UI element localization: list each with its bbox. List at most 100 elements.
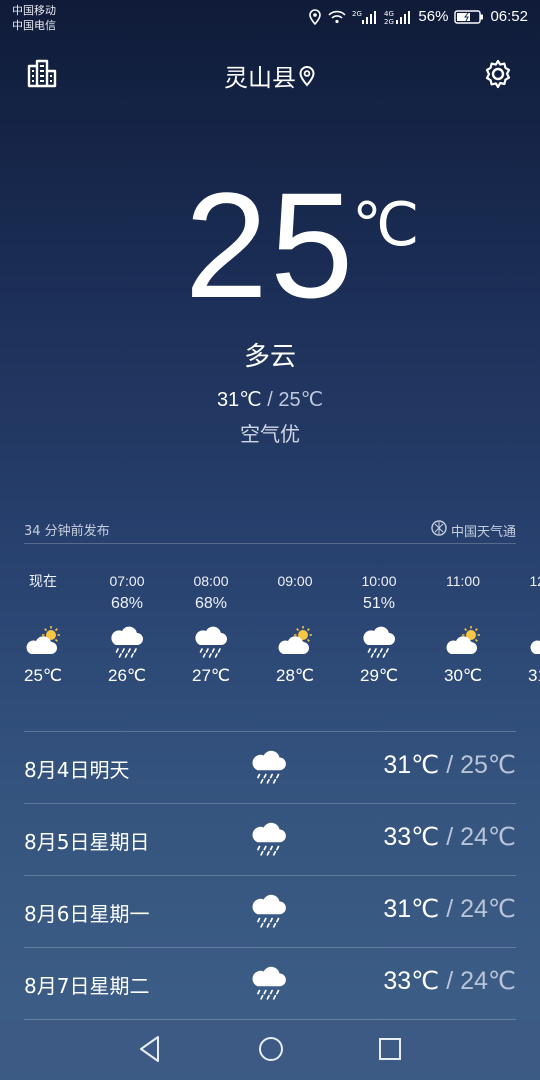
- city-selector[interactable]: 灵山县: [0, 58, 540, 93]
- day-high: 33℃: [383, 967, 440, 995]
- home-icon[interactable]: [256, 1034, 286, 1068]
- hour-item: 现在 25℃: [1, 570, 85, 686]
- hourly-forecast[interactable]: 现在 25℃ 07:00 68% 26℃ 08:00 68% 27℃ 09:00…: [0, 570, 540, 710]
- hour-temp: 30℃: [443, 666, 482, 685]
- svg-text:2G: 2G: [352, 10, 362, 18]
- hour-pop: [421, 592, 505, 616]
- temp-separator: /: [439, 967, 461, 995]
- hour-pop: 68%: [194, 595, 228, 612]
- today-range: 31℃ / 25℃: [0, 387, 540, 412]
- hour-pop: 51%: [362, 595, 396, 612]
- status-bar: 中国移动 中国电信 2G 4G 2G 56% 06:52: [0, 0, 540, 40]
- current-condition: 多云: [243, 342, 296, 372]
- current-temperature: 25 ℃: [0, 165, 540, 325]
- partly-cloudy-icon: [446, 626, 480, 654]
- hour-time: 07:00: [109, 573, 145, 589]
- hour-temp: 28℃: [275, 666, 314, 685]
- partly-cloudy-icon: [530, 640, 540, 654]
- hour-time: 现在: [29, 573, 57, 589]
- data-source: 中国天气通: [431, 520, 516, 540]
- day-low: 24℃: [460, 895, 516, 923]
- daily-row[interactable]: 8月4日明天 31℃ / 25℃: [24, 732, 516, 804]
- rain-icon: [252, 822, 286, 856]
- day-temps: 33℃ / 24℃: [383, 822, 516, 852]
- rain-icon: [195, 626, 227, 658]
- hour-item: 10:00 51% 29℃: [337, 570, 421, 686]
- day-temps: 31℃ / 25℃: [383, 750, 516, 780]
- day-label: 8月6日星期一: [24, 902, 150, 926]
- day-low: 25℃: [460, 751, 516, 779]
- hour-pop: [253, 592, 337, 616]
- day-label: 8月7日星期二: [24, 974, 150, 998]
- carrier-info: 中国移动 中国电信: [12, 3, 56, 33]
- temp-separator: /: [439, 823, 461, 851]
- signal-2g-icon: 2G: [352, 9, 378, 25]
- navigation-bar: [0, 1020, 540, 1080]
- clock: 06:52: [490, 8, 528, 25]
- current-temp-value: 25: [184, 161, 356, 329]
- today-low: 25℃: [278, 389, 324, 411]
- back-icon[interactable]: [136, 1034, 164, 1068]
- hour-temp: 27℃: [191, 666, 230, 685]
- carrier-2: 中国电信: [12, 19, 56, 32]
- daily-row[interactable]: 8月7日星期二 33℃ / 24℃: [24, 948, 516, 1020]
- hour-time: 12:00: [529, 573, 540, 589]
- today-high: 31℃: [216, 389, 262, 411]
- daily-row[interactable]: 8月6日星期一 31℃ / 24℃: [24, 876, 516, 948]
- gear-icon[interactable]: [482, 58, 514, 94]
- hour-item: 09:00 28℃: [253, 570, 337, 686]
- hour-pop: [1, 592, 85, 616]
- day-label: 8月5日星期日: [24, 830, 150, 854]
- divider: [24, 543, 516, 544]
- hour-temp: 31℃: [527, 666, 540, 685]
- hour-item: 12:00 31℃: [505, 570, 540, 686]
- hour-pop: [505, 592, 540, 616]
- rain-icon: [363, 626, 395, 658]
- rain-icon: [111, 626, 143, 658]
- hour-time: 08:00: [193, 573, 229, 589]
- city-name[interactable]: 灵山县: [224, 64, 296, 92]
- day-low: 24℃: [460, 823, 516, 851]
- battery-percent: 56%: [418, 8, 449, 25]
- carrier-1: 中国移动: [12, 4, 56, 17]
- day-high: 31℃: [383, 895, 440, 923]
- rain-icon: [252, 966, 286, 1000]
- current-temp-unit: ℃: [352, 191, 420, 258]
- svg-text:2G: 2G: [384, 18, 394, 25]
- rain-icon: [252, 750, 286, 784]
- svg-text:4G: 4G: [384, 10, 394, 18]
- partly-cloudy-icon: [278, 626, 312, 654]
- temp-separator: /: [439, 751, 461, 779]
- day-label: 8月4日明天: [24, 758, 130, 782]
- daily-row[interactable]: 8月5日星期日 33℃ / 24℃: [24, 804, 516, 876]
- hour-time: 10:00: [361, 573, 397, 589]
- air-quality[interactable]: 空气优: [0, 418, 540, 447]
- wifi-icon: [328, 10, 347, 24]
- hour-item: 11:00 30℃: [421, 570, 505, 686]
- publish-time: 34 分钟前发布: [24, 524, 110, 539]
- signal-4g-icon: 4G 2G: [384, 9, 412, 25]
- top-bar: 灵山县: [0, 50, 540, 100]
- day-low: 24℃: [460, 967, 516, 995]
- hour-item: 07:00 68% 26℃: [85, 570, 169, 686]
- range-separator: /: [261, 389, 279, 411]
- day-temps: 33℃ / 24℃: [383, 966, 516, 996]
- recents-icon[interactable]: [377, 1034, 405, 1068]
- partly-cloudy-icon: [26, 626, 60, 654]
- source-logo-icon: [431, 520, 447, 540]
- hour-temp: 26℃: [107, 666, 146, 685]
- rain-icon: [252, 894, 286, 928]
- day-high: 31℃: [383, 751, 440, 779]
- battery-icon: [454, 9, 484, 24]
- hour-time: 09:00: [277, 573, 313, 589]
- location-icon: [308, 8, 322, 25]
- temp-separator: /: [439, 895, 461, 923]
- source-name: 中国天气通: [450, 524, 516, 540]
- hour-time: 11:00: [446, 573, 480, 589]
- hour-pop: 68%: [110, 595, 144, 612]
- day-temps: 31℃ / 24℃: [383, 894, 516, 924]
- day-high: 33℃: [383, 823, 440, 851]
- hour-temp: 25℃: [23, 666, 62, 685]
- location-pin-icon: [298, 65, 316, 93]
- hour-item: 08:00 68% 27℃: [169, 570, 253, 686]
